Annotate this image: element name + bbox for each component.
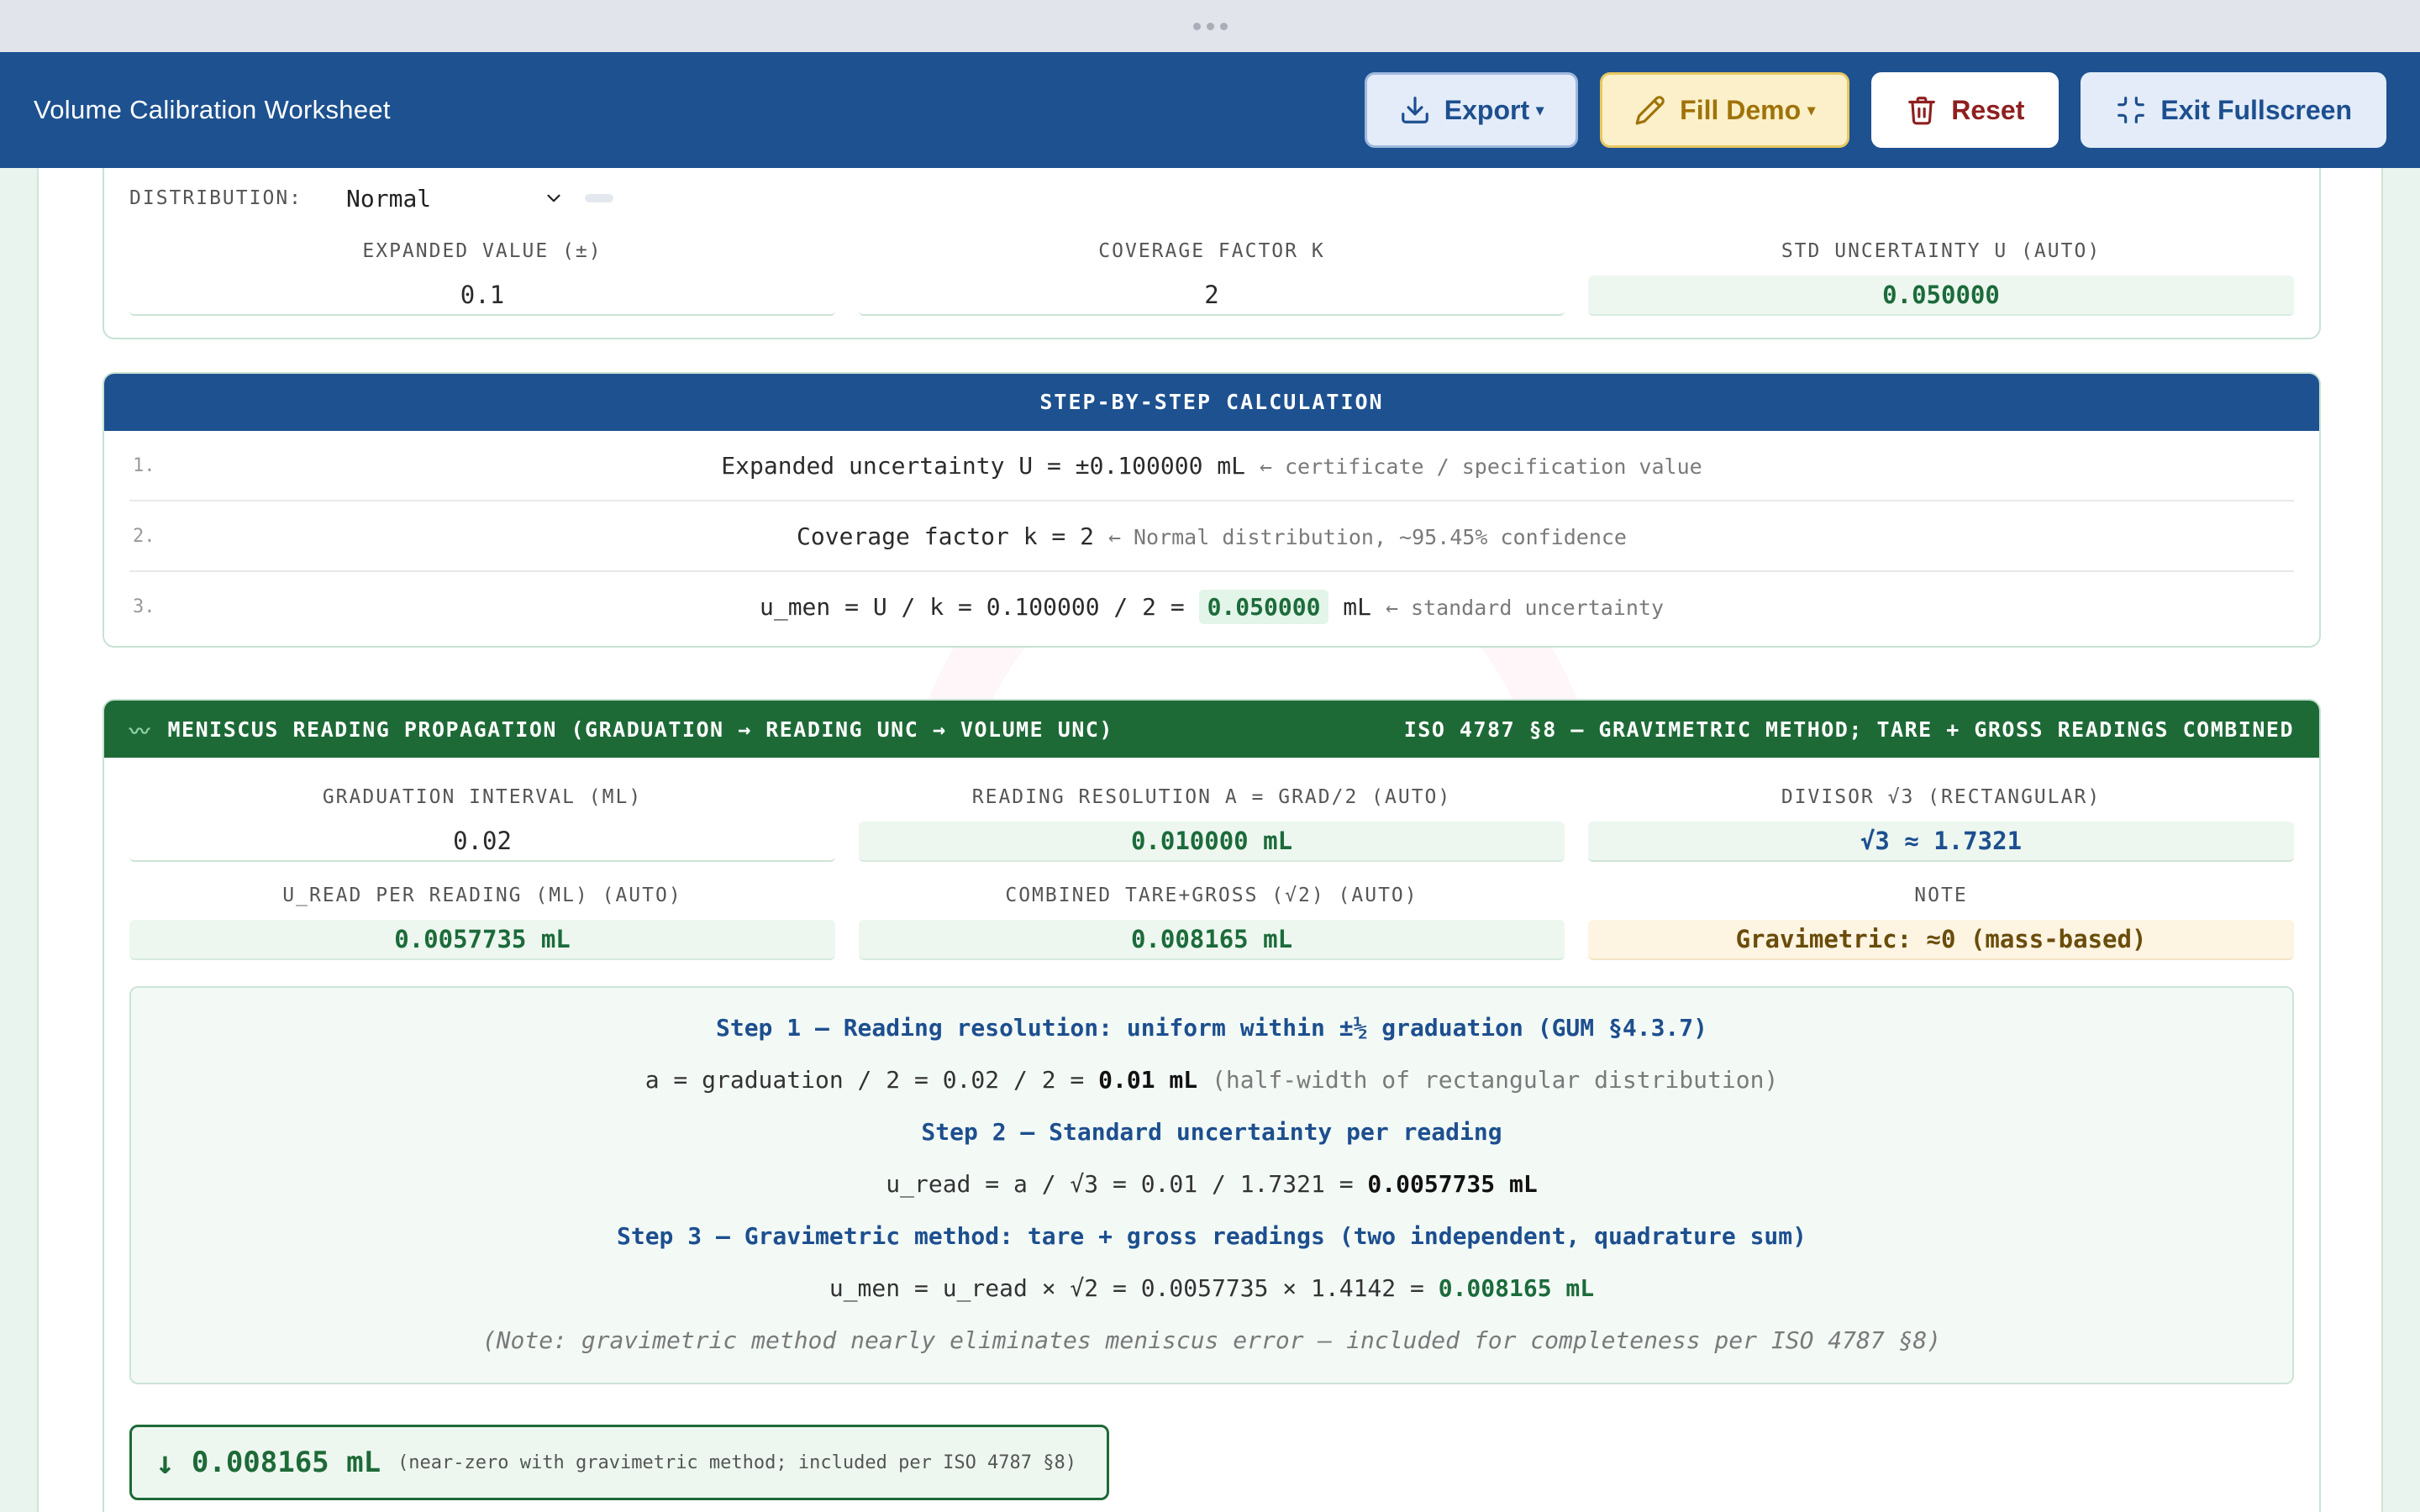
divisor-value: √3 ≈ 1.7321 [1588,822,2294,862]
calc-row-unit: mL [1328,593,1386,621]
arrow-down-icon: ↓ [155,1444,175,1481]
wave-icon: 〰 [129,719,151,743]
step-1-expression: a = graduation / 2 = 0.02 / 2 = [644,1066,1099,1094]
derivation-note: (Note: gravimetric method nearly elimina… [481,1326,1942,1354]
pencil-icon [1635,96,1665,125]
step-3-formula: u_men = u_read × √2 = 0.0057735 × 1.4142… [131,1270,2292,1322]
meniscus-header: 〰 MENISCUS READING PROPAGATION (GRADUATI… [104,701,2319,758]
meniscus-card: 〰 MENISCUS READING PROPAGATION (GRADUATI… [103,699,2321,1512]
coverage-factor-label: COVERAGE FACTOR K [1098,240,1325,262]
step-1-formula: a = graduation / 2 = 0.02 / 2 = 0.01 mL … [131,1062,2292,1114]
calc-row-note: ← certificate / specification value [1259,454,1702,479]
std-uncertainty-field: STD UNCERTAINTY U (AUTO) 0.050000 [1588,240,2294,316]
export-button[interactable]: Export ▾ [1364,72,1579,148]
trash-icon [1908,97,1936,125]
distribution-badge [585,194,614,202]
calc-row-number: 2. [133,526,155,547]
distribution-row: DISTRIBUTION: Normal [129,181,614,215]
coverage-factor-input[interactable]: 2 [859,276,1565,316]
graduation-field: GRADUATION INTERVAL (ML) 0.02 [129,786,835,862]
step-1-note: (half-width of rectangular distribution) [1197,1066,1779,1094]
expanded-value-field: EXPANDED VALUE (±) 0.1 [129,240,835,316]
calc-row-text: Coverage factor k = 2 [797,522,1108,550]
std-uncertainty-label: STD UNCERTAINTY U (AUTO) [1781,240,2102,262]
calculation-title: STEP-BY-STEP CALCULATION [104,374,2319,431]
combined-field: COMBINED TARE+GROSS (√2) (AUTO) 0.008165… [859,885,1565,960]
note-label: NOTE [1914,885,1968,906]
step-1-result: 0.01 mL [1098,1066,1198,1094]
calc-row-text: Expanded uncertainty U = ±0.100000 mL [721,452,1260,480]
step-2-heading: Step 2 — Standard uncertainty per readin… [921,1118,1502,1146]
scroll-area[interactable]: DISTRIBUTION: Normal EXPANDED VALUE (±) … [0,168,2420,1512]
worksheet-panel: DISTRIBUTION: Normal EXPANDED VALUE (±) … [37,168,2383,1512]
step-2-formula: u_read = a / √3 = 0.01 / 1.7321 = 0.0057… [131,1166,2292,1218]
meniscus-reference: ISO 4787 §8 — GRAVIMETRIC METHOD; TARE +… [1403,717,2294,742]
calc-row-number: 1. [133,455,155,476]
minimize-icon [2118,97,2145,123]
step-3-expression: u_men = u_read × √2 = 0.0057735 × 1.4142… [829,1274,1439,1302]
window-drag-handle[interactable] [1192,22,1228,30]
download-icon [1401,97,1428,123]
certificate-card: DISTRIBUTION: Normal EXPANDED VALUE (±) … [103,168,2321,339]
app-title: Volume Calibration Worksheet [34,95,391,124]
app-header: Volume Calibration Worksheet Export ▾ Fi… [0,52,2420,168]
resolution-value: 0.010000 mL [859,822,1565,862]
reset-button[interactable]: Reset [1871,72,2060,148]
calc-row-number: 3. [133,596,155,617]
window-chrome [0,0,2420,52]
calculation-card: STEP-BY-STEP CALCULATION 1. Expanded unc… [103,372,2321,648]
chevron-down-icon: ▾ [1536,101,1544,118]
fill-demo-button[interactable]: Fill Demo ▾ [1600,72,1850,148]
graduation-label: GRADUATION INTERVAL (ML) [322,786,643,808]
expanded-value-input[interactable]: 0.1 [129,276,835,316]
std-uncertainty-highlight: 0.050000 [1198,590,1329,624]
distribution-value: Normal [346,184,432,213]
resolution-field: READING RESOLUTION A = GRAD/2 (AUTO) 0.0… [859,786,1565,862]
chevron-down-icon: ▾ [1807,101,1816,118]
std-uncertainty-value: 0.050000 [1588,276,2294,316]
header-actions: Export ▾ Fill Demo ▾ Reset Exit Fullscre… [1364,72,2386,148]
divisor-label: DIVISOR √3 (RECTANGULAR) [1781,786,2102,808]
step-2-expression: u_read = a / √3 = 0.01 / 1.7321 = [886,1170,1368,1198]
step-3-result: 0.008165 mL [1438,1274,1595,1302]
uread-value: 0.0057735 mL [129,920,835,960]
resolution-label: READING RESOLUTION A = GRAD/2 (AUTO) [971,786,1452,808]
step-1-heading: Step 1 — Reading resolution: uniform wit… [715,1014,1708,1042]
graduation-input[interactable]: 0.02 [129,822,835,862]
meniscus-title: MENISCUS READING PROPAGATION (GRADUATION… [167,717,1113,742]
calc-row-text: u_men = U / k = 0.100000 / 2 = [759,593,1199,621]
exit-fullscreen-button[interactable]: Exit Fullscreen [2081,72,2386,148]
meniscus-result-value: 0.008165 mL [191,1446,381,1479]
step-3-heading: Step 3 — Gravimetric method: tare + gros… [616,1222,1807,1250]
coverage-factor-field: COVERAGE FACTOR K 2 [859,240,1565,316]
calc-row-note: ← Normal distribution, ~95.45% confidenc… [1107,525,1627,549]
note-value: Gravimetric: ≈0 (mass-based) [1588,920,2294,960]
reset-label: Reset [1951,94,2025,125]
expanded-value-label: EXPANDED VALUE (±) [362,240,602,262]
fill-demo-label: Fill Demo [1680,94,1802,125]
note-field: NOTE Gravimetric: ≈0 (mass-based) [1588,885,2294,960]
chevron-down-icon [547,194,560,202]
meniscus-result: ↓ 0.008165 mL (near-zero with gravimetri… [129,1425,1109,1500]
derivation-steps: Step 1 — Reading resolution: uniform wit… [129,986,2294,1384]
distribution-select[interactable]: Normal [346,181,565,215]
meniscus-result-note: (near-zero with gravimetric method; incl… [397,1452,1077,1473]
calc-row-note: ← standard uncertainty [1385,596,1665,620]
combined-value: 0.008165 mL [859,920,1565,960]
exit-fullscreen-label: Exit Fullscreen [2160,94,2352,125]
divisor-field: DIVISOR √3 (RECTANGULAR) √3 ≈ 1.7321 [1588,786,2294,862]
calc-row: 2. Coverage factor k = 2 ← Normal distri… [129,501,2294,572]
combined-label: COMBINED TARE+GROSS (√2) (AUTO) [1005,885,1418,906]
distribution-label: DISTRIBUTION: [129,187,303,209]
calc-row: 1. Expanded uncertainty U = ±0.100000 mL… [129,431,2294,501]
uread-field: U_READ PER READING (ML) (AUTO) 0.0057735… [129,885,835,960]
export-label: Export [1444,94,1530,125]
step-2-result: 0.0057735 mL [1367,1170,1538,1198]
calc-row: 3. u_men = U / k = 0.100000 / 2 = 0.0500… [129,572,2294,643]
uread-label: U_READ PER READING (ML) (AUTO) [282,885,682,906]
